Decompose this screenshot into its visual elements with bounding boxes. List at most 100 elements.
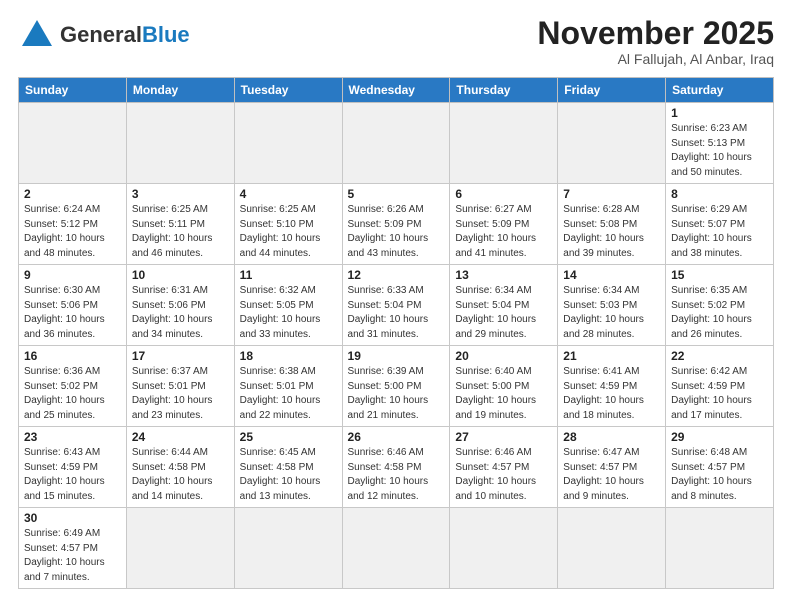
day-info: Sunrise: 6:35 AM Sunset: 5:02 PM Dayligh… bbox=[671, 284, 768, 342]
calendar-cell: 16Sunrise: 6:36 AM Sunset: 5:02 PM Dayli… bbox=[19, 346, 127, 427]
day-info: Sunrise: 6:29 AM Sunset: 5:07 PM Dayligh… bbox=[671, 203, 768, 261]
day-info: Sunrise: 6:34 AM Sunset: 5:03 PM Dayligh… bbox=[563, 284, 660, 342]
calendar-cell: 13 Sunrise: 6:34 AM Sunset: 5:04 PM Dayli… bbox=[450, 265, 558, 346]
day-info: Sunrise: 6:42 AM Sunset: 4:59 PM Dayligh… bbox=[671, 365, 768, 423]
calendar-cell bbox=[450, 508, 558, 589]
calendar-cell bbox=[126, 103, 234, 184]
day-number: 21 bbox=[563, 349, 660, 363]
day-number: 1 bbox=[671, 106, 768, 120]
day-number: 25 bbox=[240, 430, 337, 444]
calendar-cell bbox=[450, 103, 558, 184]
day-number: 20 bbox=[455, 349, 552, 363]
calendar-week-0: 1Sunrise: 6:23 AM Sunset: 5:13 PM Daylig… bbox=[19, 103, 774, 184]
day-number: 7 bbox=[563, 187, 660, 201]
calendar-cell: 11 Sunrise: 6:32 AM Sunset: 5:05 PM Dayli… bbox=[234, 265, 342, 346]
logo-blue: Blue bbox=[142, 22, 190, 47]
day-info: Sunrise: 6:24 AM Sunset: 5:12 PM Dayligh… bbox=[24, 203, 121, 261]
day-info: Sunrise: 6:27 AM Sunset: 5:09 PM Dayligh… bbox=[455, 203, 552, 261]
weekday-header-thursday: Thursday bbox=[450, 78, 558, 103]
calendar-cell: 1Sunrise: 6:23 AM Sunset: 5:13 PM Daylig… bbox=[666, 103, 774, 184]
calendar-cell: 28 Sunrise: 6:47 AM Sunset: 4:57 PM Dayli… bbox=[558, 427, 666, 508]
calendar-cell: 29Sunrise: 6:48 AM Sunset: 4:57 PM Dayli… bbox=[666, 427, 774, 508]
calendar-cell: 24Sunrise: 6:44 AM Sunset: 4:58 PM Dayli… bbox=[126, 427, 234, 508]
calendar-cell bbox=[558, 508, 666, 589]
day-info: Sunrise: 6:34 AM Sunset: 5:04 PM Dayligh… bbox=[455, 284, 552, 342]
day-info: Sunrise: 6:44 AM Sunset: 4:58 PM Dayligh… bbox=[132, 446, 229, 504]
day-number: 13 bbox=[455, 268, 552, 282]
page: GeneralBlue November 2025 Al Fallujah, A… bbox=[0, 0, 792, 599]
calendar-cell: 21 Sunrise: 6:41 AM Sunset: 4:59 PM Dayli… bbox=[558, 346, 666, 427]
calendar-cell: 26 Sunrise: 6:46 AM Sunset: 4:58 PM Dayli… bbox=[342, 427, 450, 508]
day-number: 29 bbox=[671, 430, 768, 444]
calendar-week-2: 9Sunrise: 6:30 AM Sunset: 5:06 PM Daylig… bbox=[19, 265, 774, 346]
calendar-cell: 5Sunrise: 6:26 AM Sunset: 5:09 PM Daylig… bbox=[342, 184, 450, 265]
day-info: Sunrise: 6:33 AM Sunset: 5:04 PM Dayligh… bbox=[348, 284, 445, 342]
calendar-cell bbox=[234, 508, 342, 589]
weekday-header-monday: Monday bbox=[126, 78, 234, 103]
day-info: Sunrise: 6:30 AM Sunset: 5:06 PM Dayligh… bbox=[24, 284, 121, 342]
day-info: Sunrise: 6:43 AM Sunset: 4:59 PM Dayligh… bbox=[24, 446, 121, 504]
calendar-cell: 25 Sunrise: 6:45 AM Sunset: 4:58 PM Dayli… bbox=[234, 427, 342, 508]
weekday-header-tuesday: Tuesday bbox=[234, 78, 342, 103]
month-title: November 2025 bbox=[537, 16, 774, 51]
day-number: 18 bbox=[240, 349, 337, 363]
calendar-cell: 30Sunrise: 6:49 AM Sunset: 4:57 PM Dayli… bbox=[19, 508, 127, 589]
day-number: 23 bbox=[24, 430, 121, 444]
day-number: 28 bbox=[563, 430, 660, 444]
calendar-cell: 23 Sunrise: 6:43 AM Sunset: 4:59 PM Dayli… bbox=[19, 427, 127, 508]
calendar-cell bbox=[558, 103, 666, 184]
calendar-cell: 2 Sunrise: 6:24 AM Sunset: 5:12 PM Daylig… bbox=[19, 184, 127, 265]
weekday-header-row: SundayMondayTuesdayWednesdayThursdayFrid… bbox=[19, 78, 774, 103]
day-number: 2 bbox=[24, 187, 121, 201]
logo-general: General bbox=[60, 22, 142, 47]
weekday-header-friday: Friday bbox=[558, 78, 666, 103]
day-number: 11 bbox=[240, 268, 337, 282]
calendar-cell: 27 Sunrise: 6:46 AM Sunset: 4:57 PM Dayli… bbox=[450, 427, 558, 508]
calendar-body: 1Sunrise: 6:23 AM Sunset: 5:13 PM Daylig… bbox=[19, 103, 774, 589]
day-info: Sunrise: 6:32 AM Sunset: 5:05 PM Dayligh… bbox=[240, 284, 337, 342]
calendar-cell: 10 Sunrise: 6:31 AM Sunset: 5:06 PM Dayli… bbox=[126, 265, 234, 346]
day-number: 12 bbox=[348, 268, 445, 282]
day-info: Sunrise: 6:46 AM Sunset: 4:57 PM Dayligh… bbox=[455, 446, 552, 504]
calendar-cell: 8 Sunrise: 6:29 AM Sunset: 5:07 PM Daylig… bbox=[666, 184, 774, 265]
day-number: 8 bbox=[671, 187, 768, 201]
day-number: 4 bbox=[240, 187, 337, 201]
weekday-header-saturday: Saturday bbox=[666, 78, 774, 103]
calendar-cell: 18 Sunrise: 6:38 AM Sunset: 5:01 PM Dayli… bbox=[234, 346, 342, 427]
calendar-cell bbox=[234, 103, 342, 184]
day-number: 30 bbox=[24, 511, 121, 525]
calendar-week-1: 2 Sunrise: 6:24 AM Sunset: 5:12 PM Daylig… bbox=[19, 184, 774, 265]
day-info: Sunrise: 6:41 AM Sunset: 4:59 PM Dayligh… bbox=[563, 365, 660, 423]
calendar-cell: 9Sunrise: 6:30 AM Sunset: 5:06 PM Daylig… bbox=[19, 265, 127, 346]
day-info: Sunrise: 6:31 AM Sunset: 5:06 PM Dayligh… bbox=[132, 284, 229, 342]
day-number: 10 bbox=[132, 268, 229, 282]
day-number: 15 bbox=[671, 268, 768, 282]
weekday-header-wednesday: Wednesday bbox=[342, 78, 450, 103]
calendar-cell: 22 Sunrise: 6:42 AM Sunset: 4:59 PM Dayli… bbox=[666, 346, 774, 427]
day-info: Sunrise: 6:47 AM Sunset: 4:57 PM Dayligh… bbox=[563, 446, 660, 504]
day-number: 3 bbox=[132, 187, 229, 201]
day-info: Sunrise: 6:45 AM Sunset: 4:58 PM Dayligh… bbox=[240, 446, 337, 504]
calendar-week-3: 16Sunrise: 6:36 AM Sunset: 5:02 PM Dayli… bbox=[19, 346, 774, 427]
day-info: Sunrise: 6:46 AM Sunset: 4:58 PM Dayligh… bbox=[348, 446, 445, 504]
calendar-cell: 19 Sunrise: 6:39 AM Sunset: 5:00 PM Dayli… bbox=[342, 346, 450, 427]
header: GeneralBlue November 2025 Al Fallujah, A… bbox=[18, 16, 774, 67]
calendar-cell bbox=[19, 103, 127, 184]
day-number: 22 bbox=[671, 349, 768, 363]
calendar-table: SundayMondayTuesdayWednesdayThursdayFrid… bbox=[18, 77, 774, 589]
calendar-cell: 15 Sunrise: 6:35 AM Sunset: 5:02 PM Dayli… bbox=[666, 265, 774, 346]
calendar-cell bbox=[126, 508, 234, 589]
day-info: Sunrise: 6:37 AM Sunset: 5:01 PM Dayligh… bbox=[132, 365, 229, 423]
day-number: 26 bbox=[348, 430, 445, 444]
day-number: 17 bbox=[132, 349, 229, 363]
calendar-cell bbox=[342, 508, 450, 589]
day-number: 27 bbox=[455, 430, 552, 444]
day-info: Sunrise: 6:38 AM Sunset: 5:01 PM Dayligh… bbox=[240, 365, 337, 423]
logo: GeneralBlue bbox=[18, 16, 190, 54]
day-number: 14 bbox=[563, 268, 660, 282]
calendar-week-5: 30Sunrise: 6:49 AM Sunset: 4:57 PM Dayli… bbox=[19, 508, 774, 589]
day-info: Sunrise: 6:39 AM Sunset: 5:00 PM Dayligh… bbox=[348, 365, 445, 423]
calendar-cell: 17 Sunrise: 6:37 AM Sunset: 5:01 PM Dayli… bbox=[126, 346, 234, 427]
calendar-week-4: 23 Sunrise: 6:43 AM Sunset: 4:59 PM Dayli… bbox=[19, 427, 774, 508]
day-number: 19 bbox=[348, 349, 445, 363]
